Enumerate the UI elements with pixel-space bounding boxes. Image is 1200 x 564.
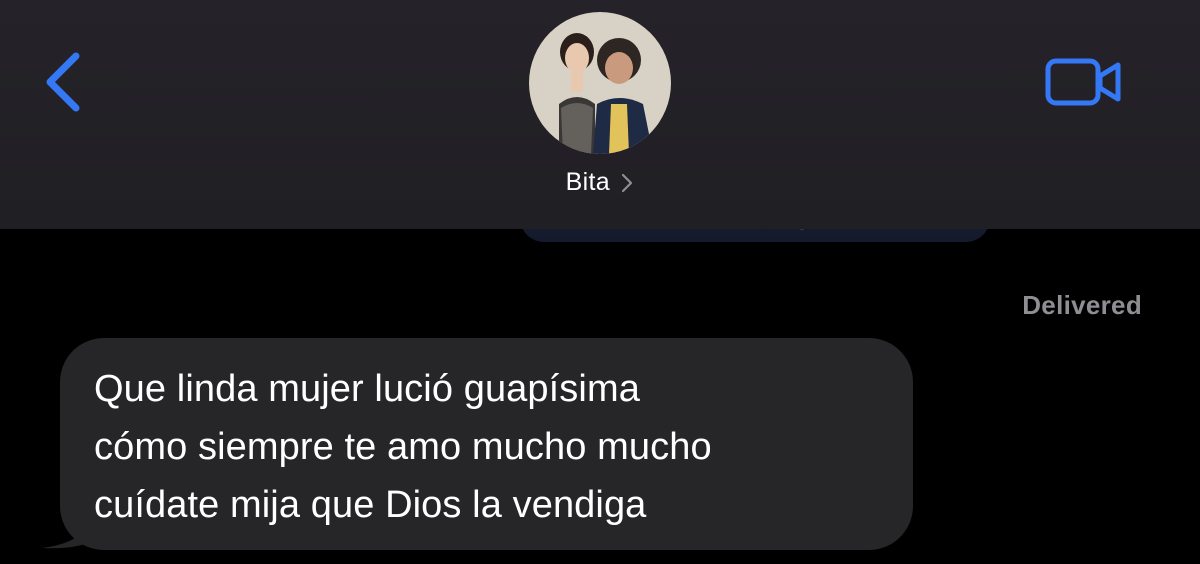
message-text: Que linda mujer lució guapísima cómo sie… xyxy=(94,360,894,534)
incoming-message[interactable]: Que linda mujer lució guapísima cómo sie… xyxy=(38,338,918,553)
facetime-video-button[interactable] xyxy=(1044,56,1124,108)
back-button[interactable] xyxy=(40,50,90,114)
delivery-status: Delivered xyxy=(1022,290,1142,320)
message-line: Que linda mujer lució guapísima xyxy=(94,368,640,410)
chevron-left-icon xyxy=(46,52,80,112)
chevron-right-icon xyxy=(622,173,633,192)
contact-photo xyxy=(529,12,671,154)
conversation-header: Bita xyxy=(0,0,1200,229)
message-line: cómo siempre te amo mucho mucho xyxy=(94,426,712,468)
contact-avatar[interactable] xyxy=(529,12,671,154)
messages-screen: Bita Delivered Que linda mujer lució gua… xyxy=(0,0,1200,564)
contact-name-button[interactable]: Bita xyxy=(0,168,1200,197)
contact-name: Bita xyxy=(565,168,610,196)
video-camera-icon xyxy=(1045,58,1121,106)
message-line: cuídate mija que Dios la vendiga xyxy=(94,484,647,526)
